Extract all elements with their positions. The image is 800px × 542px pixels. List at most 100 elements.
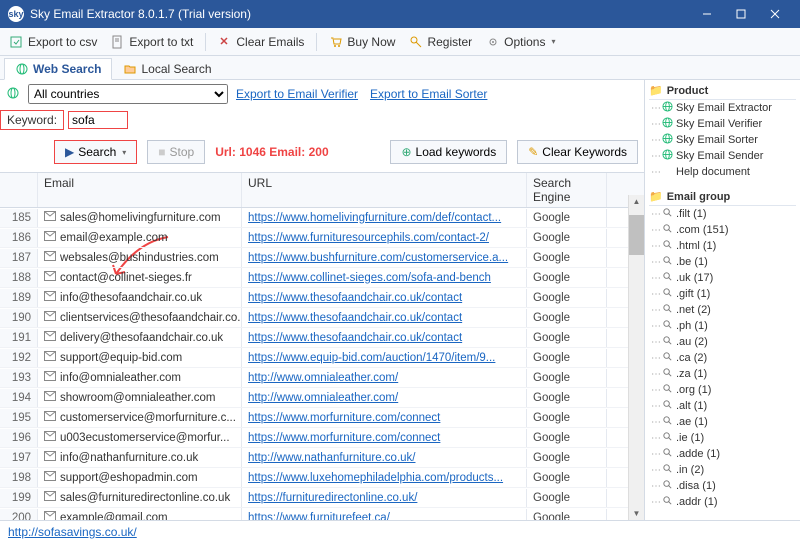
options-button[interactable]: Options▾: [480, 33, 561, 51]
results-grid: Email URL Search Engine 185sales@homeliv…: [0, 172, 644, 520]
group-tree-item[interactable]: ⋯.net (2): [651, 302, 796, 318]
group-tree-item[interactable]: ⋯.be (1): [651, 254, 796, 270]
table-row[interactable]: 195customerservice@morfurniture.c...http…: [0, 408, 644, 428]
url-link[interactable]: http://www.nathanfurniture.co.uk/: [248, 452, 415, 464]
table-row[interactable]: 187websales@bushindustries.comhttps://ww…: [0, 248, 644, 268]
scrollbar-thumb[interactable]: [629, 215, 644, 255]
url-link[interactable]: https://www.thesofaandchair.co.uk/contac…: [248, 332, 462, 344]
group-tree-item[interactable]: ⋯.org (1): [651, 382, 796, 398]
product-tree-item[interactable]: ⋯Sky Email Verifier: [651, 116, 796, 132]
keyword-input[interactable]: [68, 111, 128, 129]
status-url[interactable]: http://sofasavings.co.uk/: [8, 525, 137, 539]
url-link[interactable]: https://www.luxehomephiladelphia.com/pro…: [248, 472, 503, 484]
stop-button[interactable]: ■Stop: [147, 140, 205, 164]
url-link[interactable]: https://www.morfurniture.com/connect: [248, 412, 440, 424]
group-tree-item[interactable]: ⋯.ie (1): [651, 430, 796, 446]
group-tree-item[interactable]: ⋯.adde (1): [651, 446, 796, 462]
product-tree-item[interactable]: ⋯Sky Email Sorter: [651, 132, 796, 148]
row-number: 189: [0, 289, 38, 307]
close-button[interactable]: [758, 0, 792, 28]
export-txt-button[interactable]: Export to txt: [105, 33, 199, 51]
product-tree-item[interactable]: ⋯Sky Email Extractor: [651, 100, 796, 116]
column-email[interactable]: Email: [38, 173, 242, 207]
table-row[interactable]: 197info@nathanfurniture.co.ukhttp://www.…: [0, 448, 644, 468]
url-cell: https://www.bushfurniture.com/customerse…: [242, 249, 527, 267]
table-row[interactable]: 185sales@homelivingfurniture.comhttps://…: [0, 208, 644, 228]
group-tree-item[interactable]: ⋯.disa (1): [651, 478, 796, 494]
globe-icon: [662, 133, 673, 147]
url-link[interactable]: https://www.furniturefeet.ca/: [248, 512, 390, 521]
search-icon: [662, 415, 673, 429]
key-icon: [409, 35, 423, 49]
tab-web-search[interactable]: Web Search: [4, 58, 112, 80]
table-row[interactable]: 189info@thesofaandchair.co.ukhttps://www…: [0, 288, 644, 308]
group-tree-item[interactable]: ⋯.uk (17): [651, 270, 796, 286]
url-link[interactable]: https://www.collinet-sieges.com/sofa-and…: [248, 272, 491, 284]
url-link[interactable]: https://www.thesofaandchair.co.uk/contac…: [248, 312, 462, 324]
url-link[interactable]: https://www.morfurniture.com/connect: [248, 432, 440, 444]
table-row[interactable]: 191delivery@thesofaandchair.co.ukhttps:/…: [0, 328, 644, 348]
load-keywords-button[interactable]: ⊕Load keywords: [390, 140, 507, 164]
search-icon: [662, 223, 673, 237]
clear-emails-button[interactable]: Clear Emails: [212, 33, 310, 51]
url-link[interactable]: https://www.equip-bid.com/auction/1470/i…: [248, 352, 495, 364]
email-group-section-title: 📁Email group: [649, 188, 796, 206]
export-verifier-link[interactable]: Export to Email Verifier: [236, 87, 358, 101]
group-tree-item[interactable]: ⋯.html (1): [651, 238, 796, 254]
table-row[interactable]: 188contact@collinet-sieges.frhttps://www…: [0, 268, 644, 288]
tab-local-search[interactable]: Local Search: [112, 58, 222, 79]
register-button[interactable]: Register: [403, 33, 478, 51]
maximize-button[interactable]: [724, 0, 758, 28]
group-tree-item[interactable]: ⋯.addr (1): [651, 494, 796, 510]
column-url[interactable]: URL: [242, 173, 527, 207]
plus-icon: ⊕: [401, 145, 411, 159]
table-row[interactable]: 196u003ecustomerservice@morfur...https:/…: [0, 428, 644, 448]
table-row[interactable]: 198support@eshopadmin.comhttps://www.lux…: [0, 468, 644, 488]
url-cell: http://www.nathanfurniture.co.uk/: [242, 449, 527, 467]
group-tree-item[interactable]: ⋯.gift (1): [651, 286, 796, 302]
group-tree-item[interactable]: ⋯.au (2): [651, 334, 796, 350]
table-row[interactable]: 194showroom@omnialeather.comhttp://www.o…: [0, 388, 644, 408]
clear-keywords-button[interactable]: ✎Clear Keywords: [517, 140, 638, 164]
table-row[interactable]: 200example@gmail.comhttps://www.furnitur…: [0, 508, 644, 520]
group-tree-item[interactable]: ⋯.in (2): [651, 462, 796, 478]
export-sorter-link[interactable]: Export to Email Sorter: [370, 87, 487, 101]
group-tree-item[interactable]: ⋯.za (1): [651, 366, 796, 382]
engine-cell: Google: [527, 309, 607, 327]
folder-icon: 📁: [649, 190, 663, 203]
minimize-button[interactable]: [690, 0, 724, 28]
table-row[interactable]: 192support@equip-bid.comhttps://www.equi…: [0, 348, 644, 368]
scrollbar[interactable]: ▲ ▼: [628, 195, 644, 520]
url-link[interactable]: https://furnituredirectonline.co.uk/: [248, 492, 417, 504]
search-icon: [662, 431, 673, 445]
url-link[interactable]: https://www.homelivingfurniture.com/def/…: [248, 212, 501, 224]
url-cell: https://furnituredirectonline.co.uk/: [242, 489, 527, 507]
table-row[interactable]: 186email@example.comhttps://www.furnitur…: [0, 228, 644, 248]
chevron-down-icon: ▾: [122, 148, 126, 157]
country-select[interactable]: All countries: [28, 84, 228, 104]
table-row[interactable]: 193info@omnialeather.comhttp://www.omnia…: [0, 368, 644, 388]
search-icon: [662, 255, 673, 269]
url-link[interactable]: https://www.furnituresourcephils.com/con…: [248, 232, 489, 244]
url-link[interactable]: http://www.omnialeather.com/: [248, 392, 398, 404]
export-csv-button[interactable]: Export to csv: [4, 33, 103, 51]
url-link[interactable]: https://www.thesofaandchair.co.uk/contac…: [248, 292, 462, 304]
email-cell: email@example.com: [38, 228, 242, 247]
group-tree-item[interactable]: ⋯.ca (2): [651, 350, 796, 366]
table-row[interactable]: 199sales@furnituredirectonline.co.ukhttp…: [0, 488, 644, 508]
group-tree-item[interactable]: ⋯.com (151): [651, 222, 796, 238]
search-button[interactable]: ▶Search▾: [54, 140, 137, 164]
buy-now-button[interactable]: Buy Now: [323, 33, 401, 51]
group-tree-item[interactable]: ⋯.ph (1): [651, 318, 796, 334]
search-tabs: Web Search Local Search: [0, 56, 800, 80]
group-tree-item[interactable]: ⋯.filt (1): [651, 206, 796, 222]
clear-icon: [218, 35, 232, 49]
group-tree-item[interactable]: ⋯.alt (1): [651, 398, 796, 414]
url-link[interactable]: http://www.omnialeather.com/: [248, 372, 398, 384]
url-link[interactable]: https://www.bushfurniture.com/customerse…: [248, 252, 508, 264]
product-tree-item[interactable]: ⋯?Help document: [651, 164, 796, 180]
table-row[interactable]: 190clientservices@thesofaandchair.co.ukh…: [0, 308, 644, 328]
column-engine[interactable]: Search Engine: [527, 173, 607, 207]
product-tree-item[interactable]: ⋯Sky Email Sender: [651, 148, 796, 164]
group-tree-item[interactable]: ⋯.ae (1): [651, 414, 796, 430]
